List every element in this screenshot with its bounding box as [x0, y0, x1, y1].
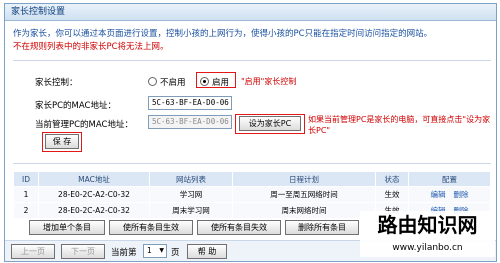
enable-radio[interactable] — [200, 77, 209, 86]
enable-all-button[interactable]: 使所有条目生效 — [109, 220, 193, 235]
page-value: 1 — [147, 246, 152, 255]
next-page-button[interactable]: 下一页 — [61, 244, 105, 259]
disable-label: 不启用 — [160, 78, 186, 88]
help-button[interactable]: 帮 助 — [187, 244, 227, 259]
watermark-brand: 路由知识网 — [360, 211, 495, 239]
delete-all-button[interactable]: 删除所有条目 — [285, 220, 359, 235]
prev-page-button[interactable]: 上一页 — [11, 244, 55, 259]
save-button[interactable]: 保 存 — [45, 134, 79, 149]
divider — [13, 60, 491, 61]
disable-all-button[interactable]: 使所有条目失效 — [197, 220, 281, 235]
row-sites: 学习网 — [149, 186, 233, 203]
row-config: 编辑删除 — [408, 186, 491, 203]
row-status: 生效 — [375, 186, 409, 203]
description-line1: 作为家长，你可以通过本页面进行设置，控制小孩的上网行为，使得小孩的PC只能在指定… — [13, 29, 433, 39]
chevron-down-icon: ▼ — [159, 247, 164, 254]
description-line2: 不在规则列表中的非家长PC将无法上网。 — [13, 42, 169, 52]
set-parent-pc-button[interactable]: 设为家长PC — [239, 116, 301, 131]
set-parent-note: 如果当前管理PC是家长的电脑，可直接点击"设为家长PC" — [308, 115, 491, 135]
row-mac: 28-E0-2C-A2-C0-32 — [38, 186, 150, 203]
col-sites: 网站列表 — [149, 171, 233, 187]
col-config: 配置 — [408, 171, 491, 187]
description: 作为家长，你可以通过本页面进行设置，控制小孩的上网行为，使得小孩的PC只能在指定… — [13, 28, 473, 54]
current-mac-input: 5C-63-BF-EA-D0-06 — [148, 115, 232, 129]
add-entry-button[interactable]: 增加单个条目 — [29, 220, 105, 235]
parent-control-label: 家长控制： — [35, 78, 78, 88]
parent-mac-input[interactable]: 5C-63-BF-EA-D0-06 — [148, 96, 232, 110]
col-id: ID — [13, 171, 39, 187]
enable-label: 启用 — [212, 78, 230, 88]
delete-link[interactable]: 删除 — [454, 190, 469, 199]
panel-title: 家长控制设置 — [5, 4, 496, 21]
row-id: 1 — [13, 186, 39, 203]
current-page-label: 当前第 — [111, 248, 137, 258]
page-unit: 页 — [171, 248, 180, 258]
table-header-row: ID MAC地址 网站列表 日程计划 状态 配置 — [13, 171, 491, 187]
row-mac: 28-E0-2C-A2-C0-32 — [38, 202, 150, 219]
row-id: 2 — [13, 202, 39, 219]
table-row: 1 28-E0-2C-A2-C0-32 学习网 周一至周五网络时间 生效 编辑删… — [13, 186, 491, 203]
page-select[interactable]: 1 ▼ — [143, 244, 167, 258]
watermark-url: www.yilanbo.cn — [360, 239, 495, 257]
col-mac: MAC地址 — [38, 171, 150, 187]
col-schedule: 日程计划 — [232, 171, 376, 187]
row-schedule: 周末网络时间 — [232, 202, 376, 219]
edit-link[interactable]: 编辑 — [431, 190, 446, 199]
enable-note: "启用"家长控制 — [241, 77, 297, 86]
disable-radio[interactable] — [148, 77, 157, 86]
col-status: 状态 — [375, 171, 409, 187]
divider — [13, 163, 491, 164]
current-mac-label: 当前管理PC的MAC地址： — [35, 120, 133, 130]
parent-mac-label: 家长PC的MAC地址： — [35, 101, 116, 111]
row-schedule: 周一至周五网络时间 — [232, 186, 376, 203]
row-sites: 周末学习网 — [149, 202, 233, 219]
